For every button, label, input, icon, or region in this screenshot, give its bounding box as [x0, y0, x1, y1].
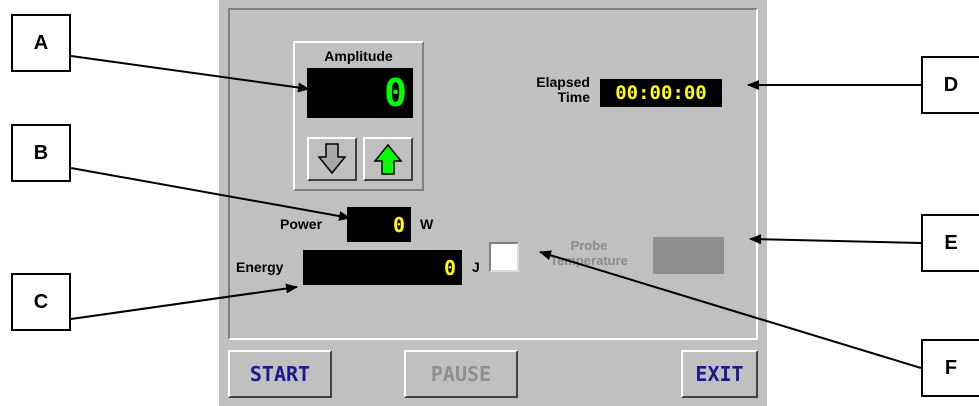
- leader-line-f: [539, 250, 922, 369]
- leader-line-e: [749, 234, 922, 245]
- callout-leader-lines: [70, 55, 922, 369]
- leader-line-a: [70, 55, 310, 93]
- leader-line-c: [70, 283, 298, 320]
- leader-line-b: [70, 167, 351, 221]
